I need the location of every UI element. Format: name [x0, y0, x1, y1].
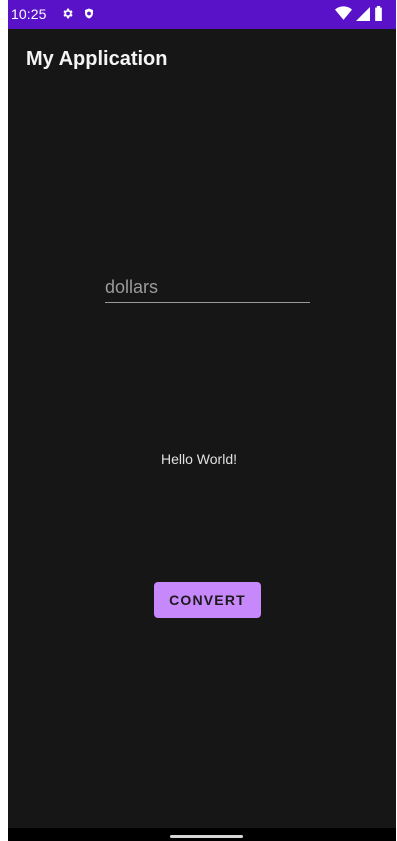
status-time: 10:25 — [11, 6, 47, 22]
status-bar: 10:25 — [8, 0, 396, 29]
home-handle[interactable] — [170, 835, 243, 838]
battery-icon — [374, 6, 383, 26]
dollars-input[interactable] — [105, 273, 310, 303]
hello-text: Hello World! — [161, 451, 237, 467]
cellular-signal-icon — [356, 6, 370, 26]
app-screen: 10:25 My Application dollars Hello World… — [8, 0, 396, 841]
shield-icon — [83, 7, 95, 25]
convert-button[interactable]: CONVERT — [154, 582, 261, 618]
app-title: My Application — [26, 48, 168, 70]
navigation-bar — [8, 828, 396, 841]
wifi-icon — [335, 6, 352, 26]
status-left-icons — [61, 7, 95, 25]
gear-icon — [61, 7, 74, 25]
status-right-icons — [335, 6, 383, 26]
